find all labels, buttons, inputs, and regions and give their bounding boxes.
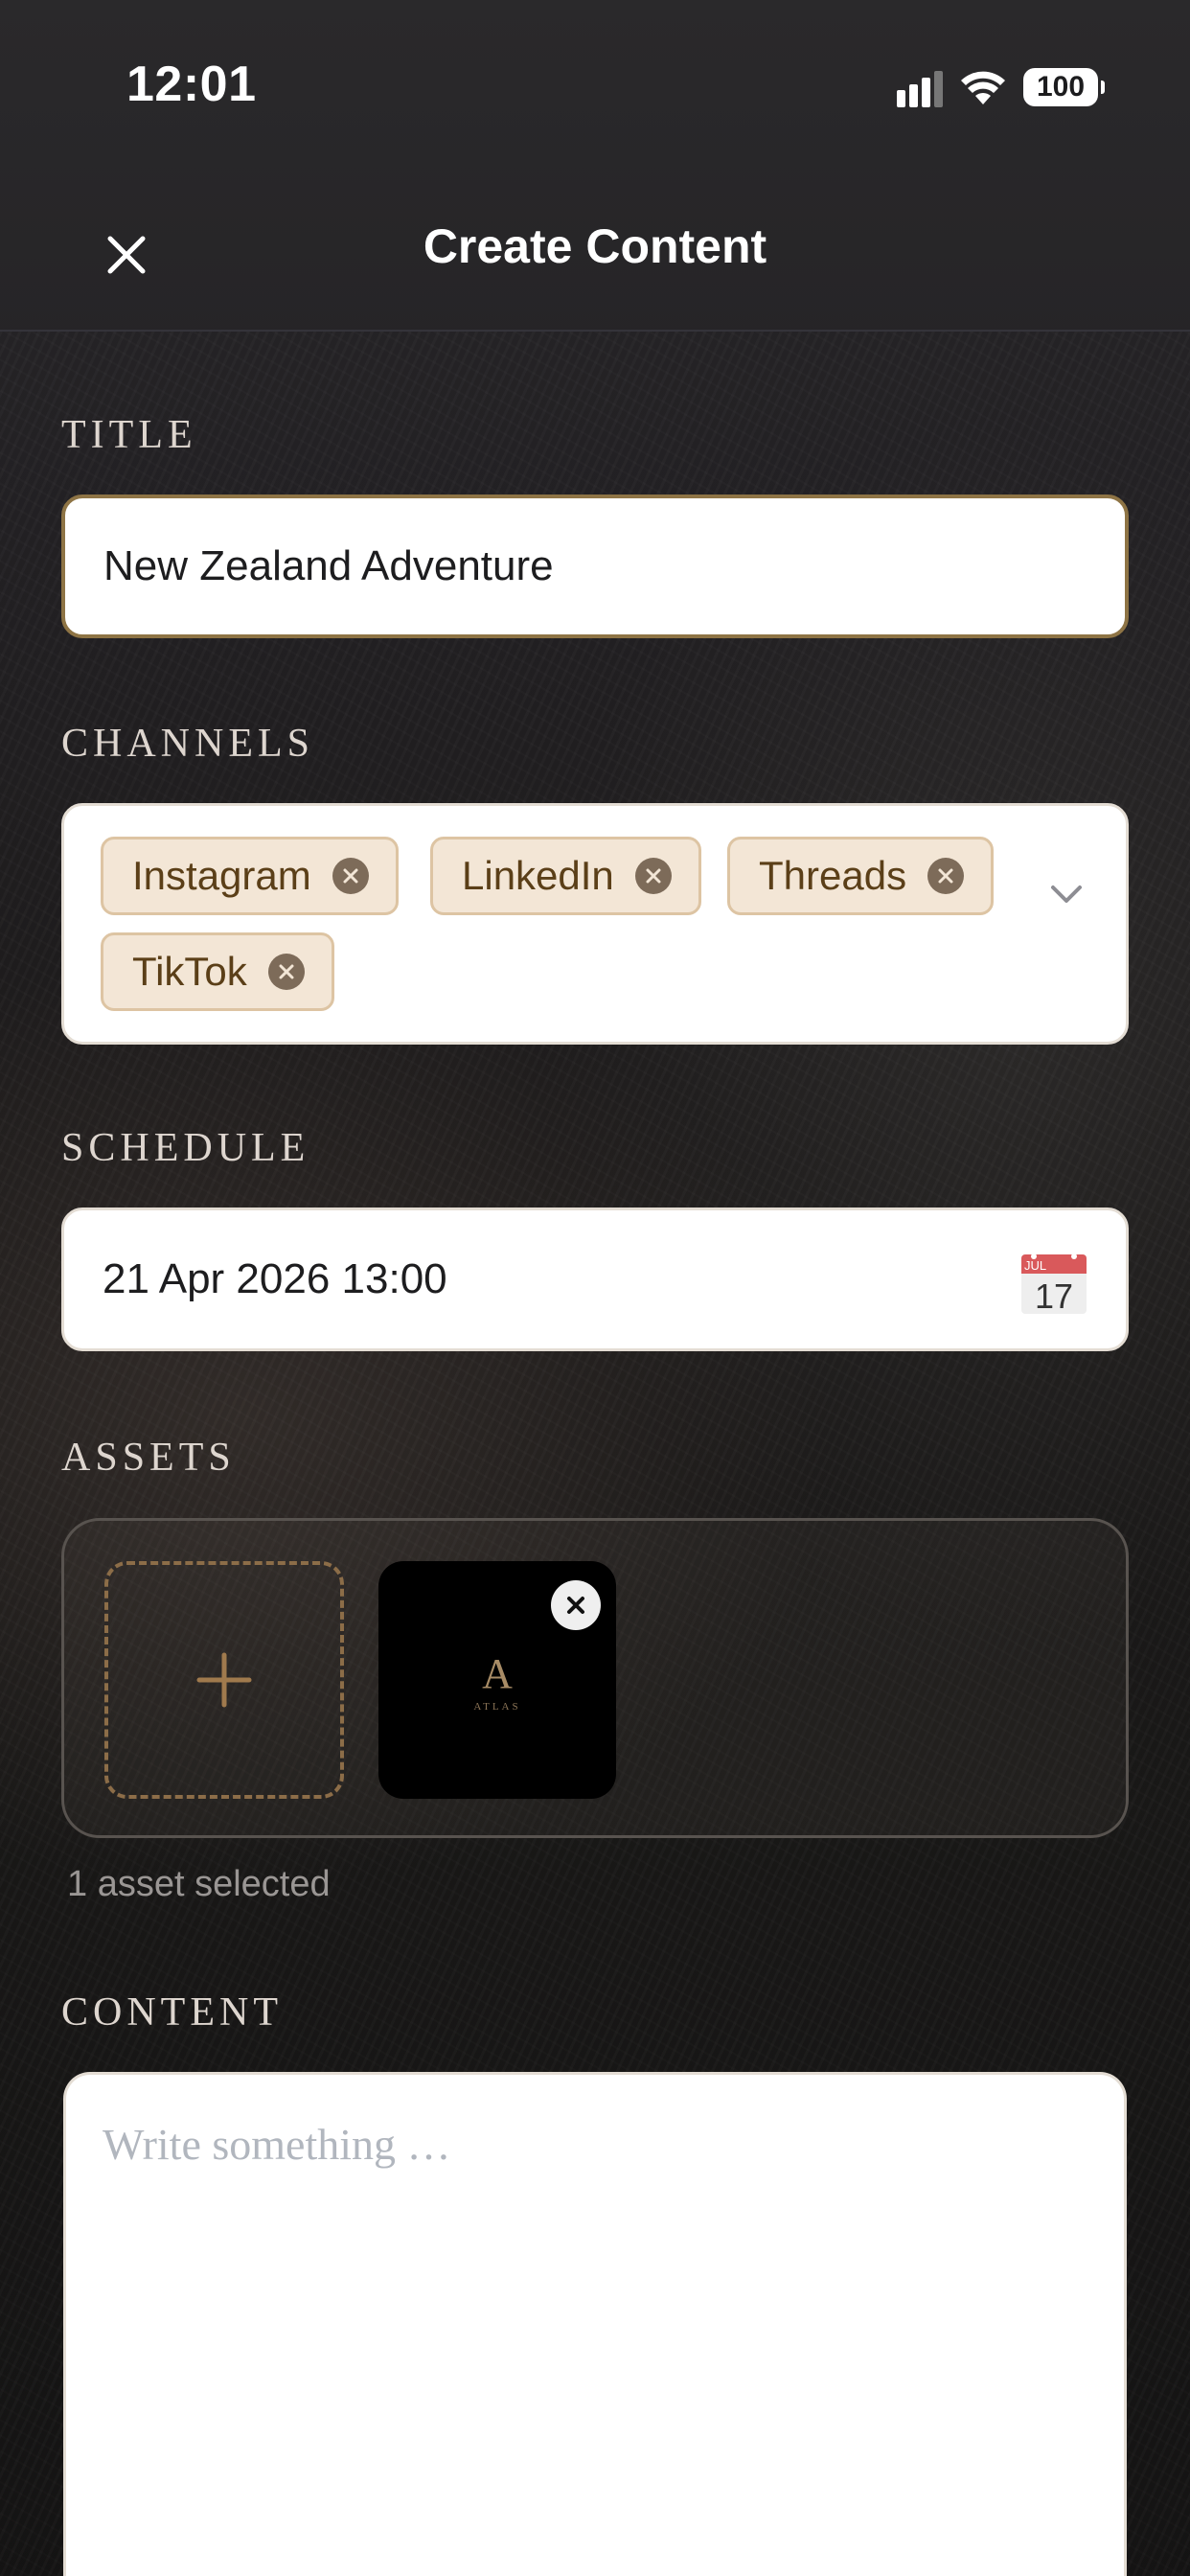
plus-icon xyxy=(196,1652,252,1708)
navigation-bar: Create Content xyxy=(0,163,1190,332)
calendar-icon[interactable]: JUL 17 xyxy=(1020,1249,1087,1316)
battery-icon: 100 xyxy=(1023,68,1105,106)
channels-select[interactable]: Instagram LinkedIn Threads TikTok xyxy=(61,803,1129,1045)
channel-chip-label: TikTok xyxy=(132,949,247,994)
thumbnail-logo-subtitle: ATLAS xyxy=(473,1701,521,1713)
schedule-input[interactable]: 21 Apr 2026 13:00 JUL 17 xyxy=(61,1208,1129,1351)
remove-chip-icon[interactable] xyxy=(267,954,305,990)
channel-chip-label: Threads xyxy=(759,853,907,898)
remove-chip-icon[interactable] xyxy=(634,858,672,894)
title-input[interactable]: New Zealand Adventure xyxy=(61,494,1129,638)
battery-level: 100 xyxy=(1036,71,1086,103)
channels-label: CHANNELS xyxy=(61,722,315,766)
schedule-label: SCHEDULE xyxy=(61,1126,310,1170)
schedule-value: 21 Apr 2026 13:00 xyxy=(103,1255,447,1302)
page-title: Create Content xyxy=(423,219,767,273)
chevron-down-icon[interactable] xyxy=(1045,873,1087,915)
status-bar: 12:01 100 xyxy=(0,0,1190,163)
assets-panel: A ATLAS xyxy=(61,1518,1129,1838)
status-icons: 100 xyxy=(897,63,1105,111)
channel-chip-tiktok[interactable]: TikTok xyxy=(101,932,334,1011)
add-asset-button[interactable] xyxy=(104,1561,344,1799)
content-label: CONTENT xyxy=(61,1990,283,2035)
assets-label: ASSETS xyxy=(61,1436,236,1480)
cellular-signal-icon xyxy=(897,67,943,107)
title-label: TITLE xyxy=(61,413,197,457)
content-textarea[interactable] xyxy=(103,2119,1061,2560)
channel-chip-threads[interactable]: Threads xyxy=(727,837,995,915)
asset-thumbnail[interactable]: A ATLAS xyxy=(378,1561,616,1799)
channel-chip-instagram[interactable]: Instagram xyxy=(101,837,399,915)
asset-count-text: 1 asset selected xyxy=(67,1864,331,1904)
remove-asset-button[interactable] xyxy=(551,1580,601,1630)
channel-chip-label: LinkedIn xyxy=(462,853,614,898)
status-time: 12:01 xyxy=(126,57,257,112)
close-icon xyxy=(567,1597,584,1614)
channel-chip-linkedin[interactable]: LinkedIn xyxy=(430,837,701,915)
calendar-day: 17 xyxy=(1035,1276,1073,1316)
content-editor[interactable] xyxy=(63,2072,1127,2576)
remove-chip-icon[interactable] xyxy=(927,858,965,894)
thumbnail-logo-letter: A xyxy=(482,1650,513,1697)
create-content-screen: 12:01 100 Create Content TITLE New Zeala… xyxy=(0,0,1190,2576)
wifi-icon xyxy=(961,71,1005,104)
calendar-month: JUL xyxy=(1024,1258,1046,1273)
remove-chip-icon[interactable] xyxy=(332,858,369,894)
channel-chip-label: Instagram xyxy=(132,853,311,898)
title-input-value: New Zealand Adventure xyxy=(103,542,554,589)
